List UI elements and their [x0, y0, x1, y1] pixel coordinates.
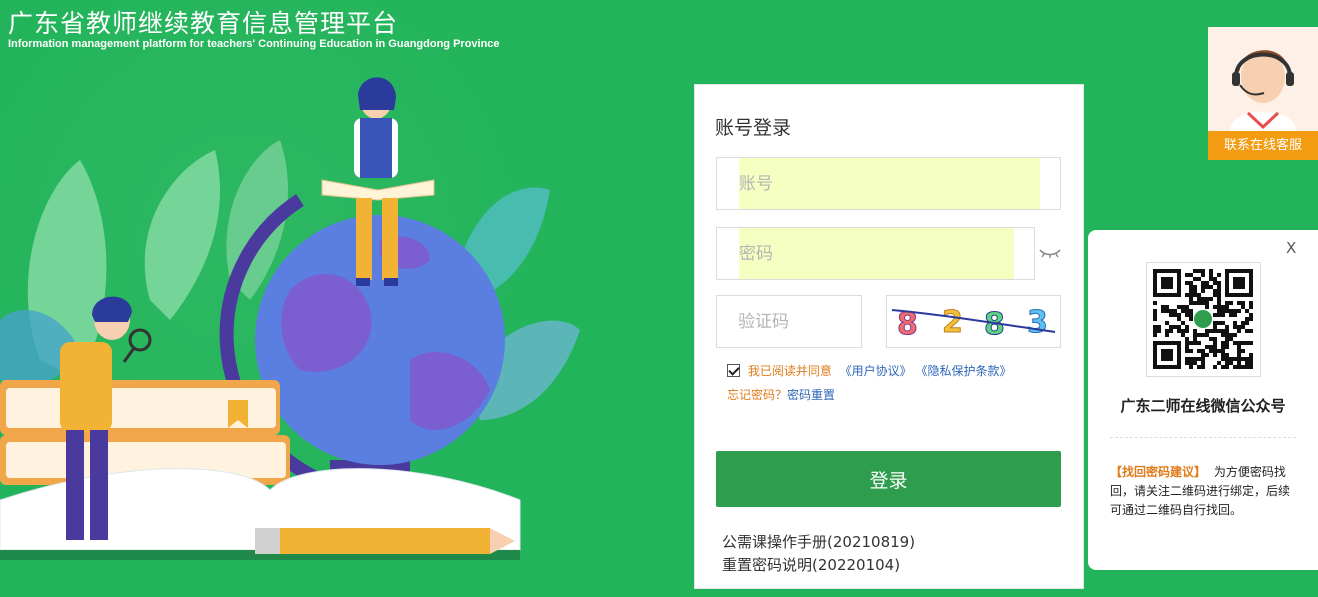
captcha-image[interactable]: 8 2 8 3 [886, 295, 1061, 348]
reset-password-link[interactable]: 密码重置 [787, 388, 835, 402]
divider [1110, 437, 1296, 438]
password-recovery-note: 【找回密码建议】 为方便密码找回，请关注二维码进行绑定，后续可通过二维码自行找回… [1110, 463, 1300, 520]
reset-password-guide-link[interactable]: 重置密码说明(20220104) [722, 554, 900, 575]
captcha-char: 3 [1027, 305, 1048, 340]
login-title: 账号登录 [715, 117, 792, 139]
account-field [716, 157, 1061, 210]
captcha-input[interactable] [717, 296, 861, 347]
site-title: 广东省教师继续教育信息管理平台 [8, 9, 399, 38]
operation-manual-link[interactable]: 公需课操作手册(20210819) [722, 531, 915, 552]
contact-service-label[interactable]: 联系在线客服 [1208, 131, 1318, 160]
password-input[interactable] [717, 228, 1034, 279]
password-field [716, 227, 1035, 280]
forgot-password-row: 忘记密码？密码重置 [727, 386, 835, 403]
qr-title: 广东二师在线微信公众号 [1120, 397, 1286, 415]
agree-text: 我已阅读并同意 [747, 364, 832, 378]
user-agreement-link[interactable]: 《用户协议》 [840, 364, 912, 378]
qr-code-graphic [1153, 269, 1253, 369]
customer-service-widget[interactable]: 联系在线客服 [1208, 27, 1318, 160]
captcha-field [716, 295, 862, 348]
eye-closed-icon[interactable] [1039, 246, 1061, 260]
login-button[interactable]: 登录 [716, 451, 1061, 507]
note-highlight: 【找回密码建议】 [1110, 465, 1207, 479]
forgot-password-text: 忘记密码？ [727, 388, 788, 402]
qr-code [1146, 262, 1261, 377]
site-subtitle: Information management platform for teac… [8, 38, 500, 50]
captcha-graphic: 8 2 8 3 [891, 305, 1056, 343]
captcha-char: 2 [942, 305, 963, 340]
agreement-row: 我已阅读并同意 《用户协议》 《隐私保护条款》 [727, 362, 1012, 382]
login-card: 账号登录 8 2 8 3 我已阅读并同意 《用户协议》 《隐私保护条款》 忘记密… [694, 84, 1084, 589]
agent-avatar [1208, 27, 1318, 131]
privacy-policy-link[interactable]: 《隐私保护条款》 [916, 364, 1012, 378]
wechat-qr-panel: X 广东二师在线微信公众号 【找回密码建议】 为方便密码找回，请关注二维码进行绑… [1088, 230, 1318, 570]
account-input[interactable] [717, 158, 1060, 209]
agree-checkbox[interactable] [727, 364, 740, 377]
hero-illustration [0, 77, 580, 560]
close-button[interactable]: X [1286, 239, 1296, 257]
